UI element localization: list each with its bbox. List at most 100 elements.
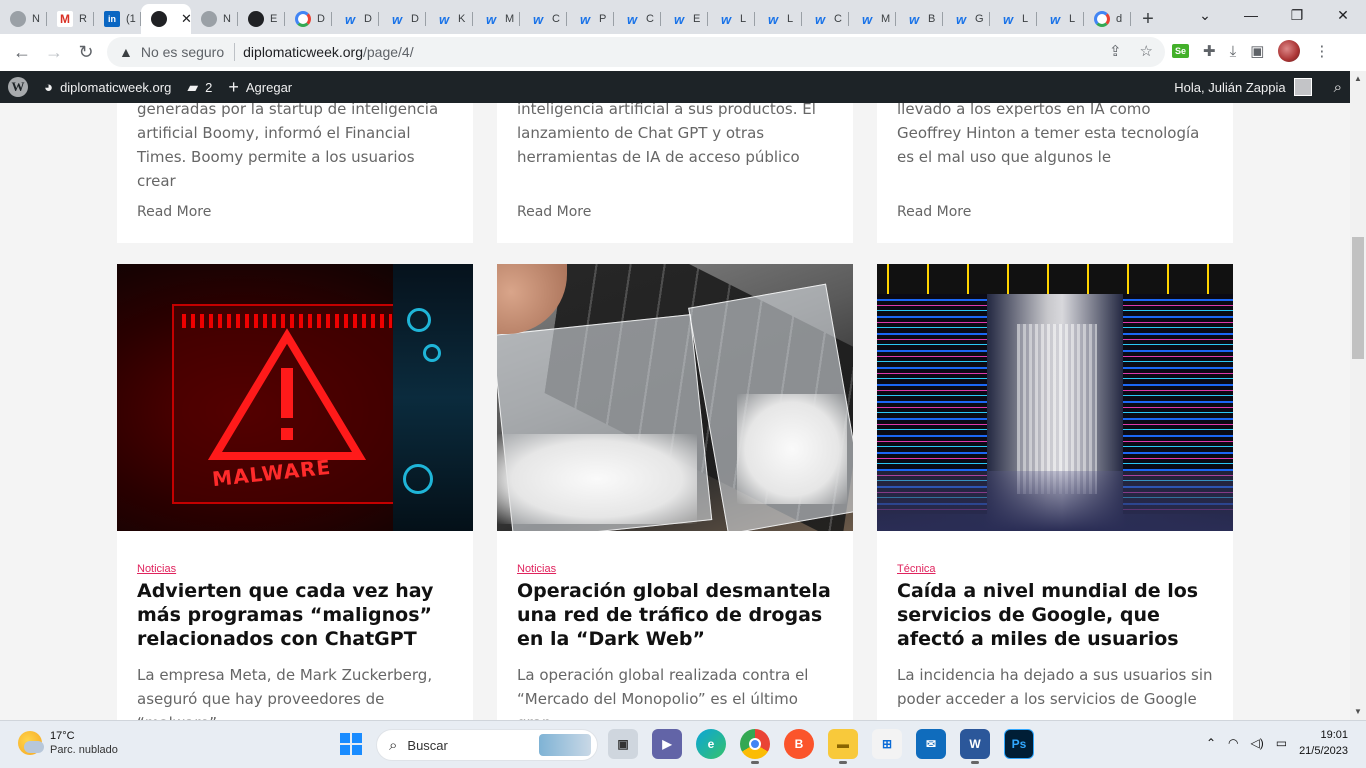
edge-icon[interactable]: e: [696, 729, 726, 759]
scroll-down-icon[interactable]: ▼: [1350, 704, 1366, 720]
post-thumbnail-drugs[interactable]: [497, 264, 853, 531]
comments-count: 2: [205, 79, 213, 95]
browser-tab[interactable]: wD: [379, 4, 426, 34]
wp-user-avatar[interactable]: [1293, 78, 1312, 96]
browser-tab[interactable]: wC: [802, 4, 849, 34]
w-logo-icon: w: [814, 11, 826, 27]
w-logo-icon: w: [579, 11, 591, 27]
browser-tab[interactable]: E: [238, 4, 285, 34]
browser-menu-icon[interactable]: ⋮: [1314, 42, 1329, 60]
read-more-link[interactable]: Read More: [897, 204, 971, 220]
profile-avatar[interactable]: [1278, 40, 1301, 62]
scrollbar-thumb[interactable]: [1352, 237, 1364, 359]
restore-button[interactable]: ❐: [1274, 0, 1320, 30]
browser-tab[interactable]: wE: [661, 4, 708, 34]
browser-tab[interactable]: in (1: [94, 4, 141, 34]
scroll-up-icon[interactable]: ▲: [1350, 71, 1366, 87]
browser-tab[interactable]: wP: [567, 4, 614, 34]
chrome-icon[interactable]: [740, 729, 770, 764]
post-title[interactable]: Operación global desmantela una red de t…: [517, 579, 833, 651]
post-category-link[interactable]: Noticias: [137, 563, 453, 575]
browser-tab[interactable]: wC: [520, 4, 567, 34]
volume-icon[interactable]: ◁): [1250, 736, 1263, 750]
search-icon[interactable]: ⌕: [1334, 79, 1342, 96]
post-thumbnail-malware[interactable]: MALWARE: [117, 264, 473, 531]
browser-tab[interactable]: d: [1084, 4, 1131, 34]
w-logo-icon: w: [344, 11, 356, 27]
bookmark-star-icon[interactable]: ☆: [1140, 42, 1153, 60]
browser-tab[interactable]: wL: [990, 4, 1037, 34]
wp-greeting[interactable]: Hola, Julián Zappia: [1174, 80, 1285, 95]
extensions-puzzle-icon[interactable]: ✚: [1203, 42, 1216, 60]
browser-tab[interactable]: MR: [47, 4, 94, 34]
new-tab-button[interactable]: +: [1131, 4, 1165, 34]
teams-chat-icon[interactable]: ▶: [652, 729, 682, 759]
browser-tab[interactable]: wG: [943, 4, 990, 34]
side-panel-icon[interactable]: ▣: [1250, 42, 1264, 60]
browser-tab[interactable]: wK: [426, 4, 473, 34]
post-category-link[interactable]: Noticias: [517, 563, 833, 575]
microsoft-store-icon[interactable]: ⊞: [872, 729, 902, 759]
close-window-button[interactable]: ✕: [1320, 0, 1366, 30]
browser-tab[interactable]: wL: [1037, 4, 1084, 34]
wifi-icon[interactable]: ◠: [1228, 736, 1238, 750]
browser-tab[interactable]: wM: [849, 4, 896, 34]
reload-icon[interactable]: ↻: [70, 37, 102, 69]
browser-tab[interactable]: D: [285, 4, 332, 34]
post-category-link[interactable]: Técnica: [897, 563, 1213, 575]
browser-tab[interactable]: ✕: [141, 4, 192, 34]
brave-icon[interactable]: B: [784, 729, 814, 759]
post-thumbnail-datacenter[interactable]: [877, 264, 1233, 531]
weather-widget[interactable]: 17°C Parc. nublado: [18, 729, 118, 757]
post-title[interactable]: Caída a nivel mundial de los servicios d…: [897, 579, 1213, 651]
browser-tab[interactable]: wM: [473, 4, 520, 34]
post-title[interactable]: Advierten que cada vez hay más programas…: [137, 579, 453, 651]
read-more-link[interactable]: Read More: [137, 204, 211, 220]
minimize-button[interactable]: —: [1228, 0, 1274, 30]
browser-tab[interactable]: wB: [896, 4, 943, 34]
tab-title: L: [740, 13, 747, 25]
tray-overflow-icon[interactable]: ⌃: [1206, 736, 1216, 750]
wp-comments-link[interactable]: ▰ 2: [179, 71, 220, 103]
tab-search-icon[interactable]: ⌄: [1182, 0, 1228, 30]
forward-icon[interactable]: →: [38, 37, 70, 69]
google-icon: [1094, 11, 1110, 27]
download-icon[interactable]: ⤓: [1230, 43, 1237, 60]
globe-dark-icon: [248, 11, 264, 27]
taskbar-search[interactable]: ⌕ Buscar: [376, 729, 598, 761]
w-logo-icon: w: [673, 11, 685, 27]
w-logo-icon: w: [861, 11, 873, 27]
browser-tab[interactable]: wD: [332, 4, 379, 34]
browser-tab[interactable]: wC: [614, 4, 661, 34]
tab-title: D: [317, 13, 325, 25]
start-button[interactable]: [340, 733, 362, 755]
wp-new-link[interactable]: + Agregar: [220, 71, 300, 103]
photoshop-icon[interactable]: Ps: [1004, 729, 1034, 759]
page-scrollbar[interactable]: ▲ ▼: [1350, 71, 1366, 720]
tab-title: R: [79, 13, 87, 25]
task-view-icon[interactable]: ▣: [608, 729, 638, 759]
mail-icon[interactable]: ✉: [916, 729, 946, 759]
back-icon[interactable]: ←: [6, 37, 38, 69]
word-icon[interactable]: W: [960, 729, 990, 764]
battery-icon[interactable]: ▭: [1276, 736, 1287, 750]
browser-tab[interactable]: wL: [755, 4, 802, 34]
browser-tab[interactable]: N: [191, 4, 238, 34]
security-label[interactable]: No es seguro: [141, 44, 224, 60]
wp-logo-button[interactable]: W: [0, 71, 36, 103]
browser-tab[interactable]: N: [0, 4, 47, 34]
malware-screen-graphic: MALWARE: [172, 304, 402, 504]
selenium-extension-icon[interactable]: Se: [1172, 44, 1190, 58]
post-excerpt: La empresa Meta, de Mark Zuckerberg, ase…: [137, 666, 433, 720]
wp-site-link[interactable]: ◕ diplomaticweek.org: [36, 71, 179, 103]
address-bar[interactable]: ▲ No es seguro diplomaticweek.org/page/4…: [107, 37, 1165, 67]
tab-title: C: [834, 13, 842, 25]
w-logo-icon: w: [438, 11, 450, 27]
partly-cloudy-icon: [18, 731, 44, 755]
share-icon[interactable]: ⇪: [1109, 42, 1122, 60]
browser-tab[interactable]: wL: [708, 4, 755, 34]
file-explorer-icon[interactable]: ▬: [828, 729, 858, 764]
tab-title: M: [881, 13, 891, 25]
system-clock[interactable]: 19:01 21/5/2023: [1299, 727, 1348, 759]
read-more-link[interactable]: Read More: [517, 204, 591, 220]
